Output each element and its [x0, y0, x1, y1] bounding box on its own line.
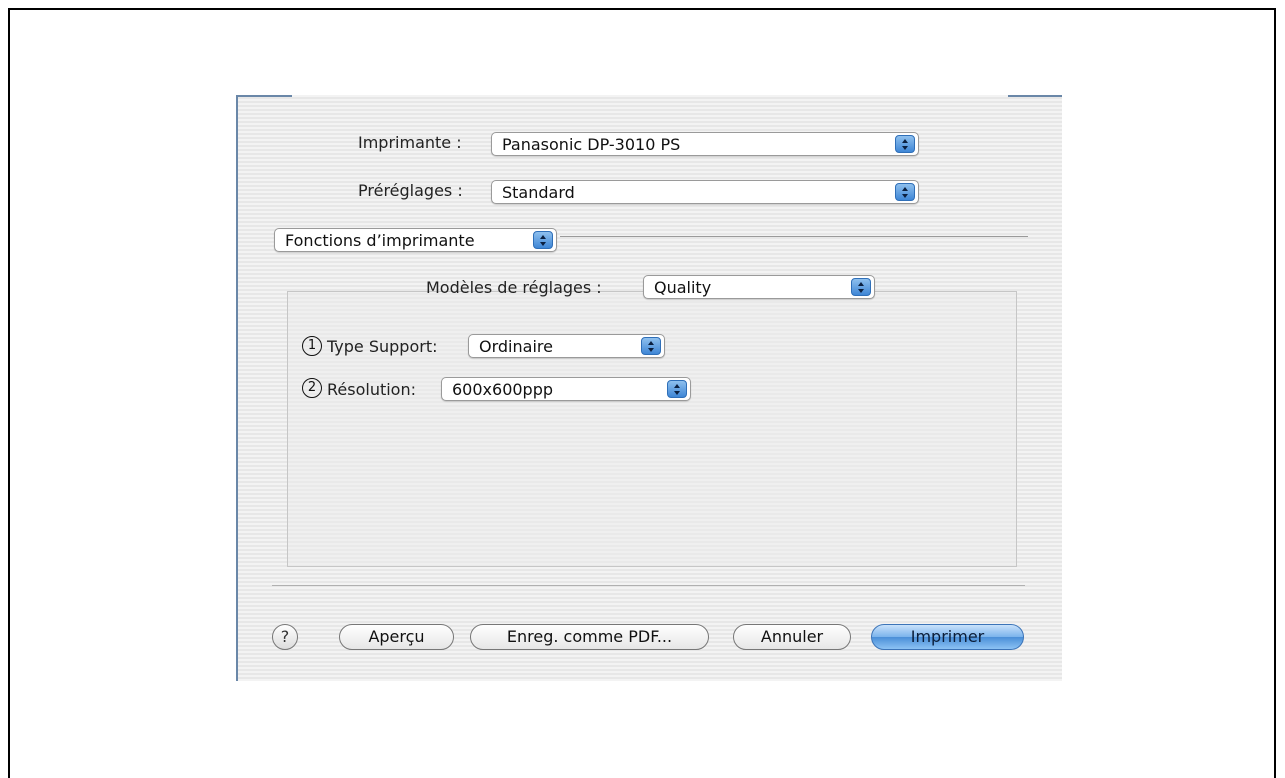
up-down-arrows-icon	[851, 278, 871, 296]
resolution-label: Résolution:	[327, 380, 416, 399]
media-type-select[interactable]: Ordinaire	[468, 334, 665, 358]
media-type-label: Type Support:	[327, 337, 438, 356]
window-edge	[1008, 95, 1062, 97]
up-down-arrows-icon	[533, 231, 553, 249]
presets-value: Standard	[502, 183, 575, 202]
settings-group-box	[287, 291, 1017, 567]
bottom-separator	[272, 585, 1025, 586]
settings-model-label: Modèles de réglages :	[426, 278, 602, 297]
printer-label: Imprimante :	[358, 133, 462, 152]
settings-model-value: Quality	[654, 278, 712, 297]
callout-marker-2: 2	[302, 378, 322, 398]
resolution-select[interactable]: 600x600ppp	[441, 377, 691, 401]
printer-value: Panasonic DP-3010 PS	[502, 135, 681, 154]
up-down-arrows-icon	[641, 337, 661, 355]
media-type-value: Ordinaire	[479, 337, 553, 356]
callout-marker-1: 1	[302, 336, 322, 356]
up-down-arrows-icon	[667, 380, 687, 398]
cancel-button[interactable]: Annuler	[733, 624, 851, 650]
print-button[interactable]: Imprimer	[871, 624, 1024, 650]
panel-selector-value: Fonctions d’imprimante	[285, 231, 475, 250]
up-down-arrows-icon	[895, 135, 915, 153]
presets-select[interactable]: Standard	[491, 180, 919, 204]
window-edge	[236, 95, 292, 97]
presets-label: Préréglages :	[358, 181, 463, 200]
help-button[interactable]: ?	[272, 624, 298, 650]
preview-button[interactable]: Aperçu	[339, 624, 454, 650]
question-mark-icon: ?	[280, 627, 290, 646]
printer-select[interactable]: Panasonic DP-3010 PS	[491, 132, 919, 156]
resolution-value: 600x600ppp	[452, 380, 554, 399]
settings-model-select[interactable]: Quality	[643, 275, 875, 299]
panel-separator	[560, 236, 1028, 237]
save-pdf-button[interactable]: Enreg. comme PDF...	[470, 624, 709, 650]
up-down-arrows-icon	[895, 183, 915, 201]
panel-selector[interactable]: Fonctions d’imprimante	[274, 228, 557, 252]
